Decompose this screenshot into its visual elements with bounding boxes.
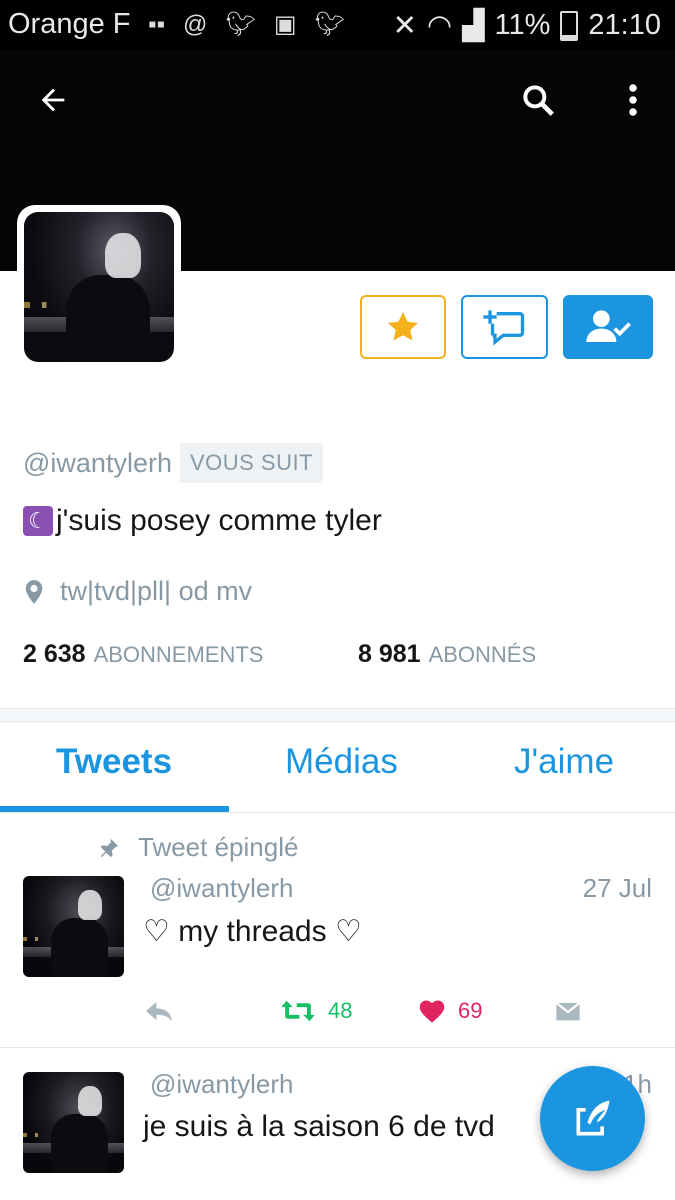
status-bar: Orange F ▪▪ @ 🐦︎ ▣ 🐦︎ ✕ ◠ ▟ 11% 21:10 [0,0,675,50]
tweet-text: ♡ my threads ♡ [143,915,362,948]
tab-media[interactable]: Médias [285,742,398,782]
signal-icon: ▟ [462,10,485,42]
reply-icon [146,1001,172,1022]
message-icon [482,310,524,346]
compose-tweet-button[interactable] [540,1066,645,1171]
wifi-icon: ◠ [426,10,453,42]
tabs-divider [0,812,675,813]
pinned-text: Tweet épinglé [138,832,299,862]
user-check-icon [586,310,631,342]
moon-emoji-icon: ☾ [23,506,53,536]
image-icon: ▣ [273,11,297,38]
tab-likes[interactable]: J'aime [514,742,614,782]
mute-icon: ✕ [392,10,417,42]
mail-icon [555,1001,581,1021]
more-vertical-icon [629,84,637,116]
followers-label: ABONNÉS [428,642,537,667]
clock: 21:10 [588,9,661,41]
pinned-label: Tweet épinglé [98,832,298,863]
bio-text: j'suis posey comme tyler [56,504,382,537]
tweet-divider [0,1047,675,1048]
notification-icons: ▪▪ @ 🐦︎ ▣ 🐦︎ [148,10,345,39]
twitter-icon: 🐦︎ [314,11,346,38]
location-text: tw|tvd|pll| od mv [60,576,253,606]
heart-icon [419,1000,445,1023]
following-label: ABONNEMENTS [93,642,264,667]
direct-message-button[interactable] [461,295,548,359]
retweet-button[interactable]: 48 [280,998,352,1024]
tweet-handle[interactable]: @iwantylerh [150,873,293,904]
profile-location: tw|tvd|pll| od mv [24,576,252,607]
retweet-icon [281,1000,315,1022]
section-divider [0,708,675,722]
following-button[interactable] [563,295,653,359]
back-arrow-icon [41,88,65,112]
location-pin-icon [25,579,43,604]
battery-percent: 11% [494,9,551,41]
profile-avatar[interactable] [17,205,181,369]
profile-bio: ☾ j'suis posey comme tyler [23,504,382,538]
tweet-avatar[interactable] [23,1072,124,1173]
more-options-button[interactable] [603,72,663,128]
star-icon [387,311,419,341]
tweet-date: 27 Jul [582,873,652,903]
system-indicators: ✕ ◠ ▟ 11% 21:10 [393,8,661,43]
tweet-text: je suis à la saison 6 de tvd [143,1110,495,1143]
tweet-avatar[interactable] [23,876,124,977]
like-count: 69 [458,998,483,1023]
carrier-name: Orange F [8,8,131,40]
tweet-handle[interactable]: @iwantylerh [150,1069,293,1100]
like-button[interactable]: 69 [418,998,482,1024]
search-icon [523,85,554,116]
followers-count: 8 981 [358,640,421,668]
twitter-icon: 🐦︎ [225,11,256,38]
share-button[interactable] [554,998,582,1024]
handle-row: @iwantylerh VOUS SUIT [23,443,324,483]
avatar-image [24,212,174,362]
pin-icon [100,838,119,857]
at-icon: @ [183,10,208,38]
profile-handle: @iwantylerh [23,447,172,478]
retweet-count: 48 [328,998,353,1023]
follows-you-badge: VOUS SUIT [179,443,324,483]
notifications-star-button[interactable] [360,295,446,359]
reply-button[interactable] [143,998,175,1024]
following-stat[interactable]: 2 638 ABONNEMENTS [23,640,263,669]
back-button[interactable] [23,72,83,128]
battery-icon [560,10,579,41]
tab-tweets[interactable]: Tweets [56,742,172,782]
followers-stat[interactable]: 8 981 ABONNÉS [358,640,536,669]
search-button[interactable] [508,72,568,128]
compose-feather-icon [576,1100,609,1135]
messages-icon: ▪▪ [148,10,166,38]
following-count: 2 638 [23,640,86,668]
